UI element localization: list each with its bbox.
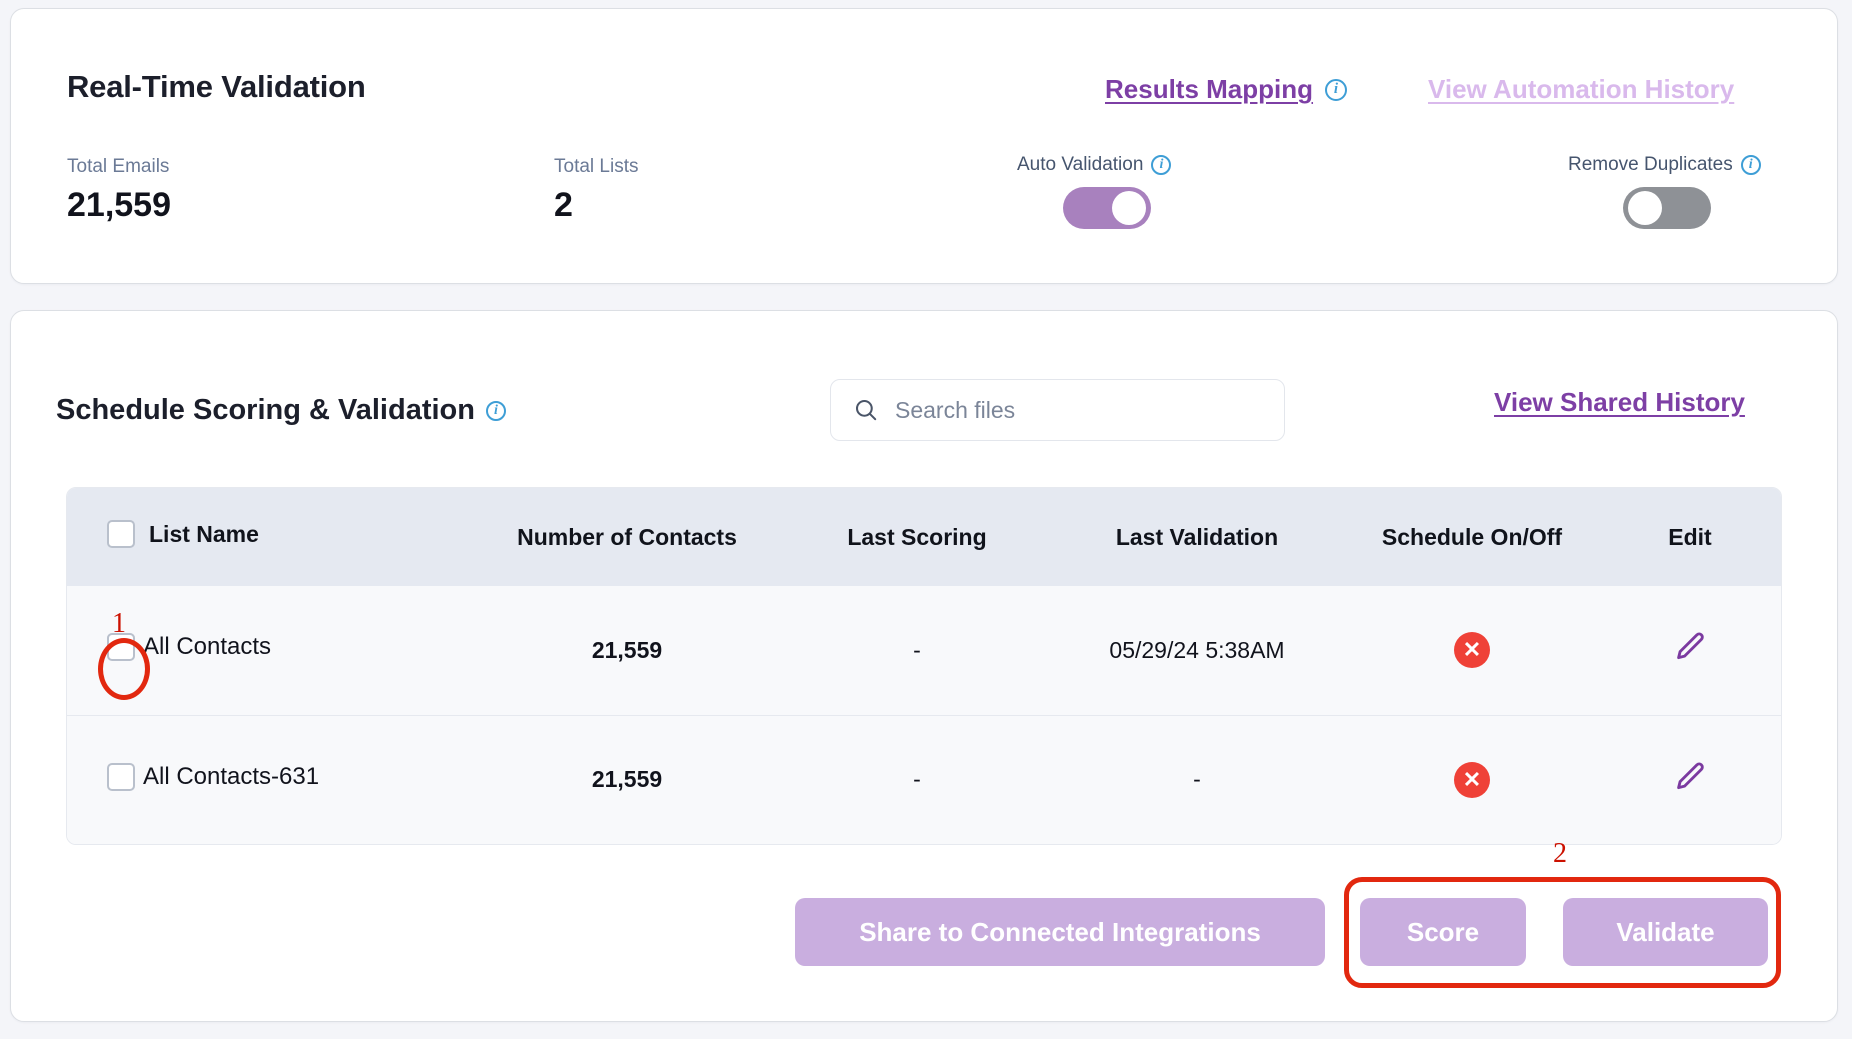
page-root: Real-Time Validation Results Mapping i V… xyxy=(0,0,1852,1039)
view-automation-history-link[interactable]: View Automation History xyxy=(1428,74,1734,105)
row-2-schedule-cell: ✕ xyxy=(1347,715,1597,844)
auto-validation-group: Auto Validation i xyxy=(1017,154,1171,229)
toggle-knob-icon xyxy=(1628,191,1662,225)
annotation-number-1: 1 xyxy=(112,608,126,640)
row-2-edit-pencil-icon[interactable] xyxy=(1672,759,1708,795)
row-1-list-name-cell: All Contacts xyxy=(67,586,467,715)
search-files-box[interactable] xyxy=(830,379,1285,441)
row-2-schedule-off-icon[interactable]: ✕ xyxy=(1454,762,1490,798)
validate-button[interactable]: Validate xyxy=(1563,898,1768,966)
auto-validation-label-row: Auto Validation i xyxy=(1017,154,1171,176)
remove-duplicates-info-icon[interactable]: i xyxy=(1741,155,1761,175)
row-2-select-checkbox[interactable] xyxy=(107,763,135,791)
column-list-name-label: List Name xyxy=(149,521,259,548)
stat-total-lists: Total Lists 2 xyxy=(554,156,638,225)
stat-total-lists-value: 2 xyxy=(554,186,638,225)
row-2-contacts: 21,559 xyxy=(467,715,787,844)
remove-duplicates-label-row: Remove Duplicates i xyxy=(1568,154,1761,176)
column-last-validation: Last Validation xyxy=(1047,488,1347,586)
column-edit: Edit xyxy=(1597,488,1782,586)
row-1-list-name: All Contacts xyxy=(143,633,271,661)
schedule-scoring-title-text: Schedule Scoring & Validation xyxy=(56,394,475,427)
stat-total-lists-label: Total Lists xyxy=(554,156,638,178)
row-1-contacts: 21,559 xyxy=(467,586,787,715)
row-2-list-name-cell: All Contacts-631 xyxy=(67,715,467,844)
stat-total-emails-value: 21,559 xyxy=(67,186,171,225)
table-row[interactable]: All Contacts 21,559 - 05/29/24 5:38AM ✕ xyxy=(67,586,1782,715)
column-schedule-on-off: Schedule On/Off xyxy=(1347,488,1597,586)
lists-table-element: List Name Number of Contacts Last Scorin… xyxy=(67,488,1782,844)
table-row[interactable]: All Contacts-631 21,559 - - ✕ xyxy=(67,715,1782,844)
score-button[interactable]: Score xyxy=(1360,898,1526,966)
search-icon xyxy=(853,397,879,423)
search-input[interactable] xyxy=(895,397,1262,424)
remove-duplicates-group: Remove Duplicates i xyxy=(1568,154,1761,229)
remove-duplicates-toggle[interactable] xyxy=(1623,187,1711,229)
annotation-number-2: 2 xyxy=(1553,838,1567,870)
table-body: All Contacts 21,559 - 05/29/24 5:38AM ✕ xyxy=(67,586,1782,844)
auto-validation-info-icon[interactable]: i xyxy=(1151,155,1171,175)
auto-validation-toggle[interactable] xyxy=(1063,187,1151,229)
share-to-connected-integrations-button[interactable]: Share to Connected Integrations xyxy=(795,898,1325,966)
stat-total-emails: Total Emails 21,559 xyxy=(67,156,171,225)
remove-duplicates-label: Remove Duplicates xyxy=(1568,154,1733,176)
view-shared-history-link[interactable]: View Shared History xyxy=(1494,387,1745,418)
schedule-scoring-title: Schedule Scoring & Validation i xyxy=(56,394,506,427)
row-1-last-validation: 05/29/24 5:38AM xyxy=(1047,586,1347,715)
row-2-last-validation: - xyxy=(1047,715,1347,844)
select-all-checkbox[interactable] xyxy=(107,520,135,548)
real-time-validation-card: Real-Time Validation Results Mapping i V… xyxy=(10,8,1838,284)
results-mapping-group: Results Mapping i xyxy=(1105,74,1347,105)
column-last-scoring: Last Scoring xyxy=(787,488,1047,586)
column-number-of-contacts: Number of Contacts xyxy=(467,488,787,586)
stat-total-emails-label: Total Emails xyxy=(67,156,171,178)
page-title: Real-Time Validation xyxy=(67,69,366,105)
lists-table: List Name Number of Contacts Last Scorin… xyxy=(66,487,1782,845)
row-1-edit-pencil-icon[interactable] xyxy=(1672,629,1708,665)
auto-validation-label: Auto Validation xyxy=(1017,154,1143,176)
results-mapping-link[interactable]: Results Mapping xyxy=(1105,74,1313,105)
row-2-last-scoring: - xyxy=(787,715,1047,844)
real-time-validation-header: Real-Time Validation Results Mapping i V… xyxy=(11,9,1837,119)
table-header: List Name Number of Contacts Last Scorin… xyxy=(67,488,1782,586)
row-2-edit-cell xyxy=(1597,715,1782,844)
row-2-list-name: All Contacts-631 xyxy=(143,763,319,791)
results-mapping-info-icon[interactable]: i xyxy=(1325,79,1347,101)
row-1-schedule-cell: ✕ xyxy=(1347,586,1597,715)
schedule-scoring-info-icon[interactable]: i xyxy=(486,401,506,421)
row-1-edit-cell xyxy=(1597,586,1782,715)
column-list-name: List Name xyxy=(67,488,467,586)
toggle-knob-icon xyxy=(1112,191,1146,225)
row-1-last-scoring: - xyxy=(787,586,1047,715)
table-header-row: List Name Number of Contacts Last Scorin… xyxy=(67,488,1782,586)
row-1-schedule-off-icon[interactable]: ✕ xyxy=(1454,632,1490,668)
